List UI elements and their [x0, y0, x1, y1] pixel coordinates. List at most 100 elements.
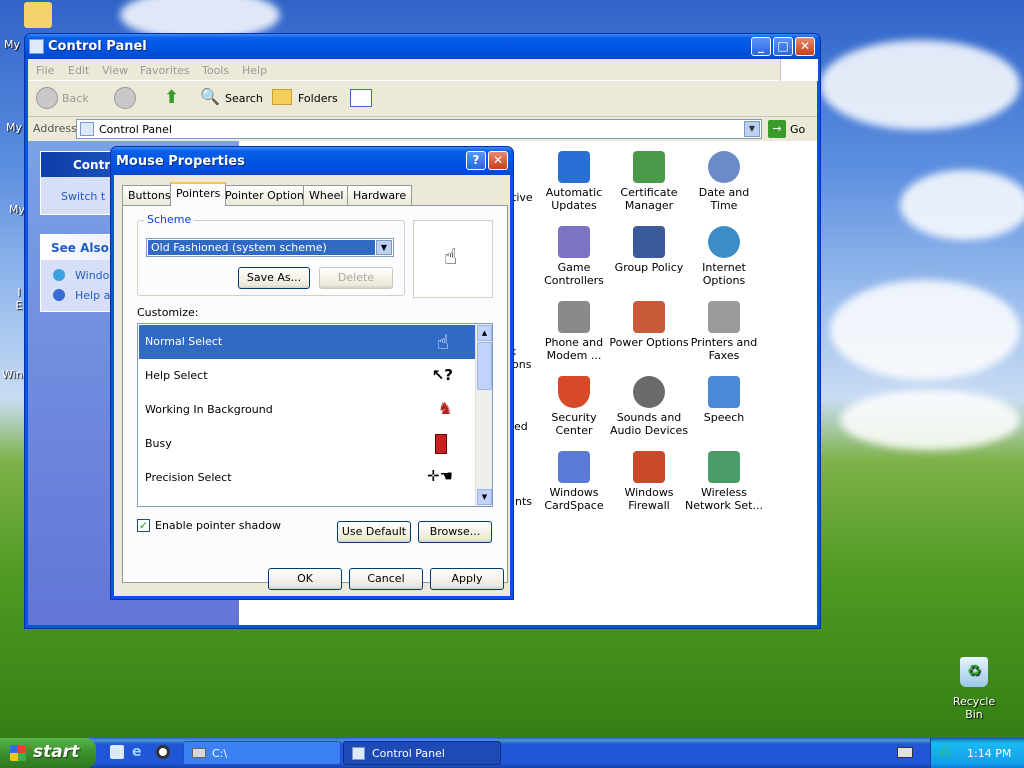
cp-item-firewall[interactable]: Windows Firewall [609, 451, 689, 512]
list-scrollbar[interactable]: ▲ ▼ [475, 324, 492, 506]
shadow-label[interactable]: Enable pointer shadow [155, 519, 281, 532]
forward-arrow-icon[interactable] [114, 87, 136, 109]
menu-file[interactable]: File [36, 64, 54, 77]
address-input[interactable]: Control Panel ▼ [76, 119, 762, 139]
close-button[interactable]: ✕ [795, 37, 815, 56]
use-default-button[interactable]: Use Default [337, 521, 411, 543]
menu-tools[interactable]: Tools [202, 64, 229, 77]
tab-wheel[interactable]: Wheel [303, 185, 350, 205]
folders-icon[interactable] [272, 89, 292, 105]
scroll-thumb[interactable] [477, 342, 492, 390]
chevron-down-icon[interactable]: ▼ [376, 240, 392, 255]
search-button[interactable]: Search [225, 92, 263, 105]
dialog-titlebar[interactable]: Mouse Properties ? ✕ [111, 147, 513, 175]
cp-item-label: Security Center [551, 411, 597, 437]
delete-button[interactable]: Delete [319, 267, 393, 289]
scheme-select[interactable]: Old Fashioned (system scheme) ▼ [146, 238, 394, 257]
my-documents-icon[interactable] [24, 2, 52, 28]
views-icon[interactable] [350, 89, 372, 107]
cp-item-speech[interactable]: Speech [684, 376, 764, 424]
list-item-busy[interactable]: Busy [139, 427, 475, 461]
cp-item-label: Automatic Updates [545, 186, 603, 212]
start-button[interactable]: start [0, 738, 96, 768]
internet-explorer-icon[interactable]: e [132, 744, 142, 760]
menu-view[interactable]: View [102, 64, 128, 77]
desktop-icon-label[interactable]: My [6, 121, 22, 134]
minimize-button[interactable]: _ [751, 37, 771, 56]
taskbar-item-control-panel[interactable]: Control Panel [343, 741, 501, 765]
scroll-down-icon[interactable]: ▼ [477, 489, 492, 505]
hourglass-icon [435, 434, 447, 454]
menu-edit[interactable]: Edit [68, 64, 89, 77]
printer-icon [708, 301, 740, 333]
recycle-bin-label[interactable]: Recycle Bin [944, 695, 1004, 721]
folders-button[interactable]: Folders [298, 92, 338, 105]
wireless-icon [708, 451, 740, 483]
clock[interactable]: 1:14 PM [967, 747, 1011, 760]
cp-item-date-time[interactable]: Date and Time [684, 151, 764, 212]
cp-item-wireless[interactable]: Wireless Network Set... [684, 451, 764, 512]
save-as-button[interactable]: Save As... [238, 267, 310, 289]
shadow-checkbox[interactable]: ✓ [137, 519, 150, 532]
list-item-working-background[interactable]: Working In Background ♞ [139, 393, 475, 427]
cp-item-power-options[interactable]: Power Options [609, 301, 689, 349]
cp-item-automatic-updates[interactable]: Automatic Updates [534, 151, 614, 212]
cp-item-internet-options[interactable]: Internet Options [684, 226, 764, 287]
address-label: Address [33, 122, 77, 135]
cp-item-phone-modem[interactable]: Phone and Modem ... [534, 301, 614, 362]
browse-button[interactable]: Browse... [418, 521, 492, 543]
cp-item-game-controllers[interactable]: Game Controllers [534, 226, 614, 287]
dialog-client: Buttons Pointers Pointer Options Wheel H… [114, 175, 510, 596]
back-arrow-icon[interactable] [36, 87, 58, 109]
cp-item-label: Power Options [609, 336, 689, 349]
scheme-group: Scheme Old Fashioned (system scheme) ▼ S… [137, 213, 405, 296]
tab-buttons[interactable]: Buttons [122, 185, 177, 205]
window-titlebar[interactable]: Control Panel _ □ ✕ [25, 34, 820, 59]
tab-hardware[interactable]: Hardware [347, 185, 413, 205]
scheme-value: Old Fashioned (system scheme) [148, 240, 375, 255]
back-label[interactable]: Back [62, 92, 89, 105]
list-item-normal-select[interactable]: Normal Select ☝ [139, 325, 475, 359]
window-title: Control Panel [48, 39, 147, 54]
network-icon[interactable]: ♺ [939, 745, 955, 761]
ok-button[interactable]: OK [268, 568, 342, 590]
taskbar-item-drive[interactable]: C:\ [183, 741, 341, 765]
cp-item-printers-faxes[interactable]: Printers and Faxes [684, 301, 764, 362]
list-item-label: Working In Background [145, 403, 273, 416]
maximize-button[interactable]: □ [773, 37, 793, 56]
control-panel-icon [80, 122, 94, 136]
menu-help[interactable]: Help [242, 64, 267, 77]
chevron-down-icon[interactable]: ▼ [744, 121, 760, 137]
list-item-help-select[interactable]: Help Select ↖? [139, 359, 475, 393]
menu-favorites[interactable]: Favorites [140, 64, 190, 77]
desktop-icon-label[interactable]: I E [15, 286, 23, 312]
media-player-icon[interactable] [156, 745, 170, 759]
go-button[interactable]: Go [790, 123, 805, 136]
tab-pointers[interactable]: Pointers [170, 182, 227, 206]
cancel-button[interactable]: Cancel [349, 568, 423, 590]
dialog-close-button[interactable]: ✕ [488, 151, 508, 170]
up-folder-icon[interactable]: ⬆ [164, 87, 184, 109]
apply-button[interactable]: Apply [430, 568, 504, 590]
list-item-precision-select[interactable]: Precision Select ✛☚ [139, 461, 475, 495]
search-icon[interactable]: 🔍 [200, 87, 220, 109]
pointer-list[interactable]: Normal Select ☝ Help Select ↖? Working In … [137, 323, 493, 507]
hand-pointer-icon: ☝ [436, 330, 449, 354]
cp-item-label: Game Controllers [544, 261, 604, 287]
show-desktop-icon[interactable] [110, 745, 124, 759]
cp-item-certificate-manager[interactable]: Certificate Manager [609, 151, 689, 212]
scroll-up-icon[interactable]: ▲ [477, 325, 492, 341]
help-icon [53, 289, 65, 301]
cp-item-label: Sounds and Audio Devices [609, 411, 689, 437]
tab-pointer-options[interactable]: Pointer Options [219, 185, 316, 205]
cp-item-cardspace[interactable]: Windows CardSpace [534, 451, 614, 512]
cp-item-security-center[interactable]: Security Center [534, 376, 614, 437]
go-arrow-icon[interactable]: → [768, 120, 786, 138]
help-button[interactable]: ? [466, 151, 486, 170]
desktop-icon-label[interactable]: My [9, 203, 25, 216]
keyboard-icon[interactable] [897, 747, 913, 758]
switch-view-link[interactable]: Switch t [61, 190, 105, 203]
cp-item-sounds-audio[interactable]: Sounds and Audio Devices [609, 376, 689, 437]
cp-item-group-policy[interactable]: Group Policy [609, 226, 689, 274]
recycle-bin-icon[interactable]: ♻ [960, 657, 988, 687]
